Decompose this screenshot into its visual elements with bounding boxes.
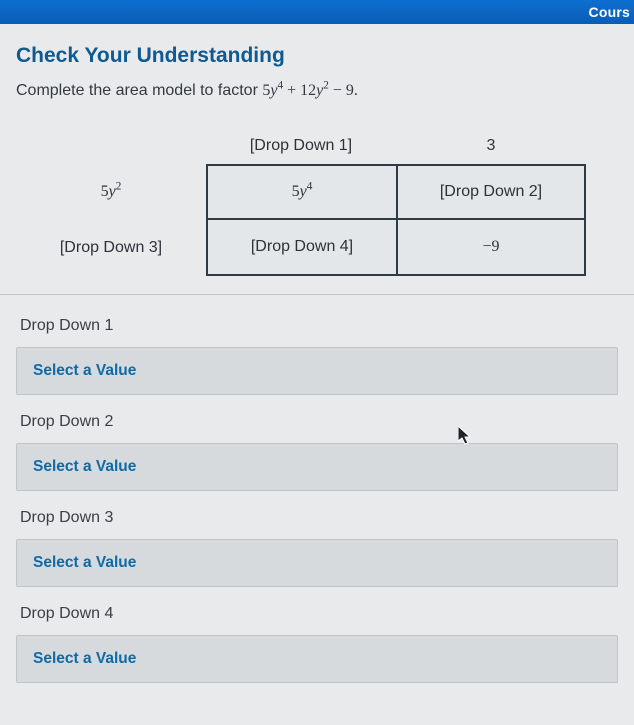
dropdown-3-select[interactable]: Select a Value (16, 539, 618, 587)
dropdown-4-select[interactable]: Select a Value (16, 635, 618, 683)
row-header-1: 5y2 (101, 183, 122, 201)
area-model: [Drop Down 1] 3 5y2 5y4 [Drop Down 2] [D… (16, 128, 618, 276)
cell-r2c1: [Drop Down 4] (206, 220, 396, 276)
dropdown-3-label: Drop Down 3 (16, 497, 618, 539)
dropdown-4-label: Drop Down 4 (16, 593, 618, 635)
course-link[interactable]: Cours (589, 4, 634, 20)
cell-r1c1: 5y4 (206, 164, 396, 220)
separator (0, 294, 634, 295)
dropdown-2-label: Drop Down 2 (16, 401, 618, 443)
expression: 5y4 + 12y2 − 9. (262, 82, 357, 99)
prompt-text: Complete the area model to factor 5y4 + … (16, 82, 618, 100)
col-header-2: 3 (487, 137, 496, 155)
cell-r2c2: −9 (396, 220, 586, 276)
cell-r1c2: [Drop Down 2] (396, 164, 586, 220)
dropdown-section: Drop Down 1 Select a Value Drop Down 2 S… (16, 295, 618, 683)
dropdown-2-select[interactable]: Select a Value (16, 443, 618, 491)
dropdown-1-select[interactable]: Select a Value (16, 347, 618, 395)
dropdown-1-label: Drop Down 1 (16, 305, 618, 347)
col-header-1: [Drop Down 1] (250, 137, 352, 155)
top-bar: Cours (0, 0, 634, 24)
section-heading: Check Your Understanding (16, 44, 618, 68)
row-header-2: [Drop Down 3] (60, 239, 162, 257)
